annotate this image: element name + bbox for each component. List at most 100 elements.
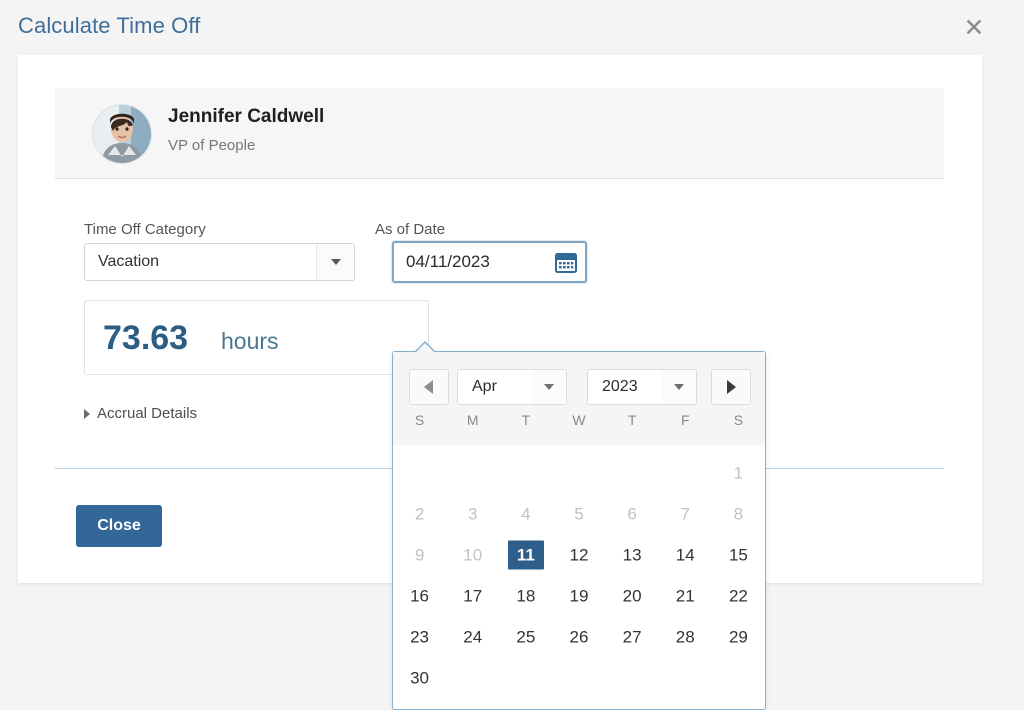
calendar-day: 6: [627, 504, 637, 523]
weekday-header: T: [521, 412, 531, 428]
time-off-category-select[interactable]: Vacation: [84, 243, 355, 281]
calendar-day-cell: 10: [446, 534, 499, 575]
calendar-day[interactable]: 27: [614, 622, 650, 651]
calendar-day-cell: 3: [446, 493, 499, 534]
calendar-day-cell[interactable]: 20: [606, 575, 659, 616]
calendar-day[interactable]: 26: [561, 622, 597, 651]
calendar-day[interactable]: 14: [667, 540, 703, 569]
close-x-icon[interactable]: ✕: [960, 14, 988, 42]
prev-month-button[interactable]: [409, 369, 449, 405]
calendar-icon[interactable]: [555, 252, 577, 273]
weekday-header: M: [466, 412, 479, 428]
chevron-down-icon[interactable]: [316, 244, 354, 280]
calendar-day-cell: 6: [606, 493, 659, 534]
calendar-day-cell[interactable]: 25: [499, 616, 552, 657]
calendar-day: 5: [574, 504, 584, 523]
caret-right-icon: [84, 408, 90, 419]
calendar-day: 10: [463, 545, 483, 564]
calendar-day[interactable]: 19: [561, 581, 597, 610]
calendar-day[interactable]: 25: [508, 622, 544, 651]
calendar-day[interactable]: 12: [561, 540, 597, 569]
weekday-header: S: [733, 412, 744, 428]
calendar-day-cell[interactable]: 14: [659, 534, 712, 575]
calendar-day-cell[interactable]: 11: [499, 534, 552, 575]
balance-box: 73.63 hours: [84, 300, 429, 375]
balance-unit: hours: [221, 328, 279, 354]
next-month-button[interactable]: [711, 369, 751, 405]
month-select[interactable]: Apr: [457, 369, 567, 405]
calendar-day-cell[interactable]: 19: [552, 575, 605, 616]
calculate-time-off-modal: Jennifer Caldwell VP of People Time Off …: [18, 55, 982, 710]
calendar-day-cell: 4: [499, 493, 552, 534]
calendar-day[interactable]: 21: [667, 581, 703, 610]
employee-job-title: VP of People: [168, 137, 256, 154]
calendar-day-cell[interactable]: 12: [552, 534, 605, 575]
calendar-day-cell[interactable]: 30: [393, 657, 446, 698]
weekday-header: W: [572, 412, 586, 428]
calendar-day[interactable]: 16: [402, 581, 438, 610]
calendar-day-cell[interactable]: 16: [393, 575, 446, 616]
calendar-day-cell[interactable]: 21: [659, 575, 712, 616]
as-of-date-label: As of Date: [375, 221, 446, 238]
calendar-day-cell: 7: [659, 493, 712, 534]
month-select-value: Apr: [472, 378, 497, 395]
calendar-day-cell: 9: [393, 534, 446, 575]
calendar-empty-cell: [499, 452, 552, 493]
calendar-day[interactable]: 30: [402, 663, 438, 692]
calendar-empty-cell: [659, 452, 712, 493]
calendar-day-cell[interactable]: 29: [712, 616, 765, 657]
calendar-day-cell[interactable]: 23: [393, 616, 446, 657]
calendar-day[interactable]: 15: [720, 540, 756, 569]
calendar-day-cell[interactable]: 26: [552, 616, 605, 657]
calendar-day[interactable]: 23: [402, 622, 438, 651]
calendar-day-cell[interactable]: 28: [659, 616, 712, 657]
calendar-day: 9: [414, 545, 425, 564]
dialog-header-bar: Calculate Time Off ✕: [0, 0, 1024, 55]
accrual-details-toggle[interactable]: Accrual Details: [84, 405, 197, 423]
calendar-day[interactable]: 22: [720, 581, 756, 610]
weekday-header: T: [627, 412, 637, 428]
chevron-down-icon[interactable]: [662, 370, 696, 404]
calendar-day: 8: [733, 504, 744, 523]
date-picker-popup: Apr 2023 SMTWTFS 1 2 3 4 5 6 7 8 9 10 11 12 13 14 15 16…: [392, 341, 766, 710]
calendar-day[interactable]: 20: [614, 581, 650, 610]
calendar-day-cell[interactable]: 15: [712, 534, 765, 575]
as-of-date-input[interactable]: 04/11/2023: [392, 241, 587, 283]
calendar-day-selected[interactable]: 11: [507, 540, 544, 569]
calendar-day: 7: [680, 504, 690, 523]
calendar-day[interactable]: 13: [614, 540, 650, 569]
calendar-day[interactable]: 29: [720, 622, 756, 651]
calendar-day[interactable]: 28: [667, 622, 703, 651]
calendar-day-cell: 1: [712, 452, 765, 493]
calendar-day-cell[interactable]: 24: [446, 616, 499, 657]
calendar-day-cell[interactable]: 17: [446, 575, 499, 616]
calendar-header: Apr 2023 S M T W T F S: [393, 352, 765, 445]
calendar-day-cell[interactable]: 27: [606, 616, 659, 657]
calendar-day-cell[interactable]: 22: [712, 575, 765, 616]
calendar-day-cell[interactable]: 13: [606, 534, 659, 575]
as-of-date-value: 04/11/2023: [406, 252, 490, 271]
calendar-day-cell[interactable]: 18: [499, 575, 552, 616]
calendar-empty-cell: [393, 452, 446, 493]
calendar-day-cell: 5: [552, 493, 605, 534]
close-button[interactable]: Close: [76, 505, 162, 547]
time-off-category-value: Vacation: [98, 253, 160, 270]
calendar-day: 3: [467, 504, 478, 523]
chevron-down-icon[interactable]: [532, 370, 566, 404]
calendar-day: 1: [733, 463, 744, 482]
calendar-empty-cell: [552, 452, 605, 493]
caret-left-icon: [424, 380, 433, 394]
weekday-header-row: SMTWTFS: [393, 412, 765, 428]
weekday-header: F: [680, 412, 690, 428]
calendar-day[interactable]: 18: [508, 581, 544, 610]
page-title: Calculate Time Off: [18, 13, 201, 38]
year-select-value: 2023: [602, 378, 638, 395]
calendar-day: 4: [521, 504, 531, 523]
calendar-day[interactable]: 17: [455, 581, 491, 610]
calendar-day: 2: [414, 504, 425, 523]
year-select[interactable]: 2023: [587, 369, 697, 405]
calendar-day[interactable]: 24: [455, 622, 491, 651]
calendar-empty-cell: [606, 452, 659, 493]
balance-value: 73.63: [103, 319, 189, 357]
accrual-details-label: Accrual Details: [97, 405, 198, 423]
